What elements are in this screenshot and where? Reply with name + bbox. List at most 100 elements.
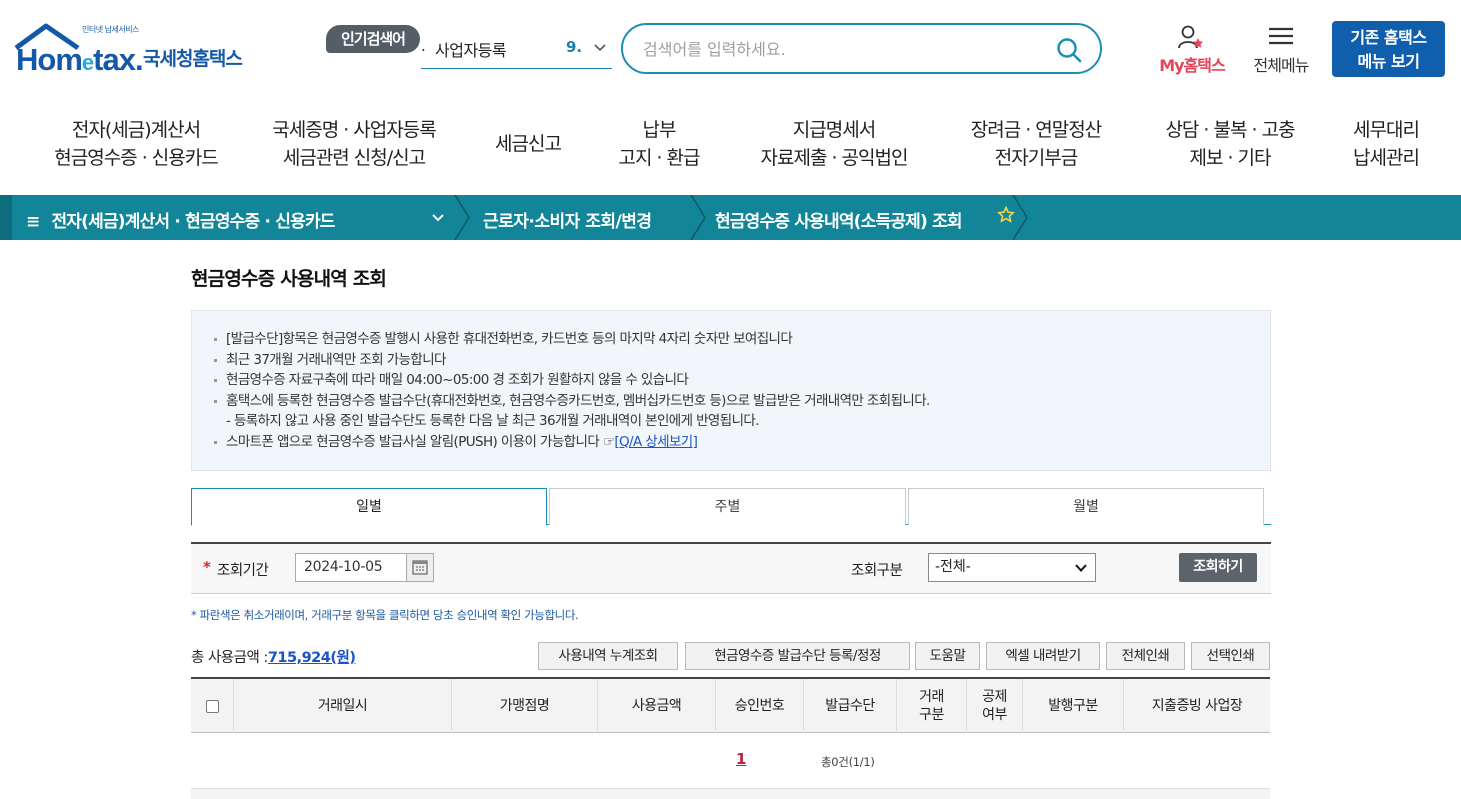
gnb-line2: 자료제출 · 공익법인 bbox=[760, 147, 909, 169]
gnb-line2: 제보 · 기타 bbox=[1189, 147, 1271, 169]
cancel-hint: * 파란색은 취소거래이며, 거래구분 항목을 클릭하면 당초 승인내역 확인 … bbox=[191, 608, 579, 622]
search-box bbox=[621, 23, 1102, 74]
breadcrumb-separator-icon bbox=[1012, 195, 1028, 240]
page-title: 현금영수증 사용내역 조회 bbox=[191, 268, 387, 290]
gnb-line2: 세금관련 신청/신고 bbox=[282, 147, 426, 169]
menu-lines-icon: ≡ bbox=[26, 212, 40, 232]
pagination-current-page[interactable]: 1 bbox=[736, 750, 746, 768]
popular-keyword-text[interactable]: 사업자등록 bbox=[435, 37, 507, 61]
gnb-item-certificate[interactable]: 국세증명 · 사업자등록 세금관련 신청/신고 bbox=[254, 116, 454, 172]
my-hometax-link[interactable]: My홈택스 bbox=[1150, 24, 1234, 76]
gnb-item-statement[interactable]: 지급명세서 자료제출 · 공익법인 bbox=[744, 116, 924, 172]
pagination-count: 총0건(1/1) bbox=[821, 755, 875, 769]
gnb-line1: 세무대리 bbox=[1353, 119, 1420, 141]
old-site-menu-button[interactable]: 기존 홈택스 메뉴 보기 bbox=[1332, 21, 1445, 77]
type-select-value: -전체- bbox=[935, 559, 971, 575]
gnb-item-tax-report[interactable]: 세금신고 bbox=[478, 130, 578, 158]
tab-monthly[interactable]: 월별 bbox=[908, 488, 1264, 525]
col-header[interactable]: 거래일시 bbox=[234, 679, 452, 733]
col-header[interactable]: 발급수단 bbox=[804, 679, 897, 733]
hometax-logo[interactable]: 인터넷 납세서비스 Hometax. 국세청홈택스 bbox=[12, 22, 252, 80]
chevron-down-icon[interactable] bbox=[431, 211, 445, 225]
print-all-button[interactable]: 전체인쇄 bbox=[1106, 642, 1185, 670]
gnb-line2: 현금영수증 · 신용카드 bbox=[54, 147, 218, 169]
col-header[interactable]: 지출증빙 사업장 bbox=[1124, 679, 1270, 733]
search-input[interactable] bbox=[643, 36, 1053, 62]
help-button[interactable]: 도움말 bbox=[915, 642, 980, 670]
breadcrumb-level1[interactable]: ≡ 전자(세금)계산서 · 현금영수증 · 신용카드 bbox=[26, 207, 335, 232]
breadcrumb-level1-label: 전자(세금)계산서 · 현금영수증 · 신용카드 bbox=[51, 212, 335, 232]
search-condition-bar: * 조회기간 2024-10-05 조회구분 -전체- 조회하기 bbox=[191, 542, 1271, 594]
cumulative-query-button[interactable]: 사용내역 누계조회 bbox=[538, 642, 678, 670]
gnb-line2: 고지 · 환급 bbox=[618, 147, 700, 169]
breadcrumb: ≡ 전자(세금)계산서 · 현금영수증 · 신용카드 근로자·소비자 조회/변경 … bbox=[0, 195, 1461, 240]
breadcrumb-separator-icon bbox=[690, 195, 706, 240]
col-header[interactable]: 가맹점명 bbox=[452, 679, 598, 733]
gnb-item-payment[interactable]: 납부 고지 · 환급 bbox=[600, 116, 718, 172]
gnb-line1: 납부 bbox=[642, 119, 677, 141]
logo-korean: 국세청홈택스 bbox=[143, 48, 243, 70]
popular-keyword-rank: 9. bbox=[566, 38, 583, 56]
col-header[interactable]: 발행구분 bbox=[1023, 679, 1124, 733]
col-header[interactable]: 사용금액 bbox=[598, 679, 716, 733]
chevron-down-icon bbox=[1075, 564, 1087, 572]
search-icon[interactable] bbox=[1056, 37, 1082, 63]
all-menu-button[interactable]: 전체메뉴 bbox=[1244, 24, 1318, 76]
date-input[interactable]: 2024-10-05 bbox=[295, 553, 407, 582]
notice-push-text: 스마트폰 앱으로 현금영수증 발급사실 알림(PUSH) 이용이 가능합니다 ☞ bbox=[226, 433, 615, 450]
tab-daily[interactable]: 일별 bbox=[191, 488, 547, 526]
breadcrumb-level2[interactable]: 근로자·소비자 조회/변경 bbox=[483, 207, 652, 232]
select-all-checkbox[interactable] bbox=[205, 699, 219, 713]
notice-box: [발급수단]항목은 현금영수증 발행시 사용한 휴대전화번호, 카드번호 등의 … bbox=[191, 310, 1271, 471]
qa-detail-link[interactable]: [Q/A 상세보기] bbox=[614, 434, 698, 450]
gnb-item-einvoice[interactable]: 전자(세금)계산서 현금영수증 · 신용카드 bbox=[36, 116, 236, 172]
calendar-button[interactable] bbox=[406, 553, 434, 582]
gnb-line1: 장려금 · 연말정산 bbox=[970, 119, 1102, 141]
query-button[interactable]: 조회하기 bbox=[1179, 553, 1257, 582]
gnb-line1: 상담 · 불복 · 고충 bbox=[1165, 119, 1295, 141]
gnb-line1: 세금신고 bbox=[495, 133, 562, 155]
notice-sub-item: - 등록하지 않고 사용 중인 발급수단도 등록한 다음 날 최근 36개월 거… bbox=[226, 413, 760, 429]
period-label: 조회기간 bbox=[217, 563, 269, 579]
notice-push-item: 스마트폰 앱으로 현금영수증 발급사실 알림(PUSH) 이용이 가능합니다 ☞… bbox=[214, 432, 1270, 453]
popular-search-badge: 인기검색어 bbox=[326, 25, 420, 53]
popular-keyword-dot: . bbox=[421, 37, 426, 55]
logo-subtitle: 인터넷 납세서비스 bbox=[82, 25, 139, 34]
chevron-down-icon[interactable] bbox=[593, 41, 607, 55]
total-label: 총 사용금액 : bbox=[191, 650, 268, 666]
type-select[interactable]: -전체- bbox=[928, 553, 1096, 582]
breadcrumb-level3[interactable]: 현금영수증 사용내역(소득공제) 조회 bbox=[715, 207, 963, 232]
excel-download-button[interactable]: 엑셀 내려받기 bbox=[986, 642, 1100, 670]
header: 인터넷 납세서비스 Hometax. 국세청홈택스 인기검색어 . 사업자등록 … bbox=[0, 0, 1461, 100]
col-header[interactable]: 거래 구분 bbox=[897, 679, 967, 733]
popular-keyword-rolling[interactable]: . 사업자등록 9. bbox=[421, 33, 612, 69]
hamburger-icon bbox=[1269, 27, 1293, 45]
gnb-line1: 국세증명 · 사업자등록 bbox=[272, 119, 436, 141]
col-header[interactable]: 승인번호 bbox=[716, 679, 804, 733]
old-site-line2: 메뉴 보기 bbox=[1357, 52, 1420, 71]
register-issue-method-button[interactable]: 현금영수증 발급수단 등록/정정 bbox=[685, 642, 910, 670]
notice-item: 최근 37개월 거래내역만 조회 가능합니다 bbox=[214, 350, 1270, 371]
total-amount-value[interactable]: 715,924(원) bbox=[268, 650, 356, 666]
col-header[interactable]: 공제 여부 bbox=[967, 679, 1023, 733]
period-tabs: 일별 주별 월별 bbox=[191, 488, 1271, 526]
global-navigation: 전자(세금)계산서 현금영수증 · 신용카드 국세증명 · 사업자등록 세금관련… bbox=[0, 100, 1461, 195]
user-star-icon bbox=[1178, 25, 1204, 49]
select-all-cell bbox=[191, 679, 234, 733]
old-site-line1: 기존 홈택스 bbox=[1350, 28, 1427, 47]
print-selected-button[interactable]: 선택인쇄 bbox=[1191, 642, 1270, 670]
gnb-item-agent[interactable]: 세무대리 납세관리 bbox=[1338, 116, 1434, 172]
gnb-item-incentive[interactable]: 장려금 · 연말정산 전자기부금 bbox=[956, 116, 1116, 172]
my-hometax-label: My홈택스 bbox=[1159, 56, 1226, 75]
result-table-header: 거래일시 가맹점명 사용금액 승인번호 발급수단 거래 구분 공제 여부 발행구… bbox=[191, 677, 1270, 733]
gnb-item-consult[interactable]: 상담 · 불복 · 고충 제보 · 기타 bbox=[1146, 116, 1314, 172]
gnb-line2: 납세관리 bbox=[1353, 147, 1420, 169]
tab-weekly[interactable]: 주별 bbox=[549, 488, 906, 525]
gnb-line1: 지급명세서 bbox=[792, 119, 876, 141]
required-mark: * bbox=[203, 558, 211, 576]
calendar-icon bbox=[412, 560, 428, 575]
notice-item: 홈택스에 등록한 현금영수증 발급수단(휴대전화번호, 현금영수증카드번호, 멤… bbox=[214, 391, 1270, 412]
breadcrumb-edge bbox=[0, 195, 12, 240]
gnb-line2: 전자기부금 bbox=[994, 147, 1078, 169]
breadcrumb-separator-icon bbox=[454, 195, 470, 240]
